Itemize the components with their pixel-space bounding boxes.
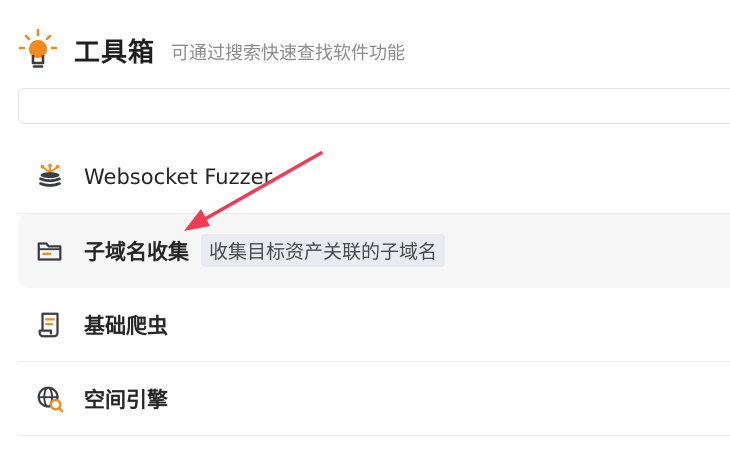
toolbox-header: 工具箱 可通过搜索快速查找软件功能	[18, 26, 405, 74]
tool-description-tag: 收集目标资产关联的子域名	[201, 234, 446, 267]
page-title: 工具箱	[74, 37, 156, 68]
page-subtitle: 可通过搜索快速查找软件功能	[171, 43, 406, 64]
tool-item-label: 子域名收集	[84, 239, 189, 264]
folder-icon	[34, 235, 66, 267]
scroll-icon	[34, 309, 66, 341]
tool-item-websocket-fuzzer[interactable]: Websocket Fuzzer	[18, 140, 730, 214]
lightbulb-icon	[18, 28, 58, 68]
tool-item-label: Websocket Fuzzer	[84, 164, 273, 189]
tool-item-label: 基础爬虫	[84, 313, 168, 338]
tool-list: Websocket Fuzzer 子域名收集 收集目标资产关联的子域名 基础爬虫…	[18, 140, 730, 436]
globe-search-icon	[34, 383, 66, 415]
tool-item-subdomain-collect[interactable]: 子域名收集 收集目标资产关联的子域名	[18, 214, 730, 288]
websocket-icon	[34, 161, 66, 193]
tool-item-space-engine[interactable]: 空间引擎	[18, 362, 730, 436]
search-input[interactable]	[19, 89, 730, 123]
toolbox-panel: 工具箱 可通过搜索快速查找软件功能 Websocket Fuzzer 子域名收集…	[0, 0, 730, 451]
tool-item-label: 空间引擎	[84, 387, 168, 412]
search-box[interactable]	[18, 88, 730, 124]
tool-item-basic-crawler[interactable]: 基础爬虫	[18, 288, 730, 362]
